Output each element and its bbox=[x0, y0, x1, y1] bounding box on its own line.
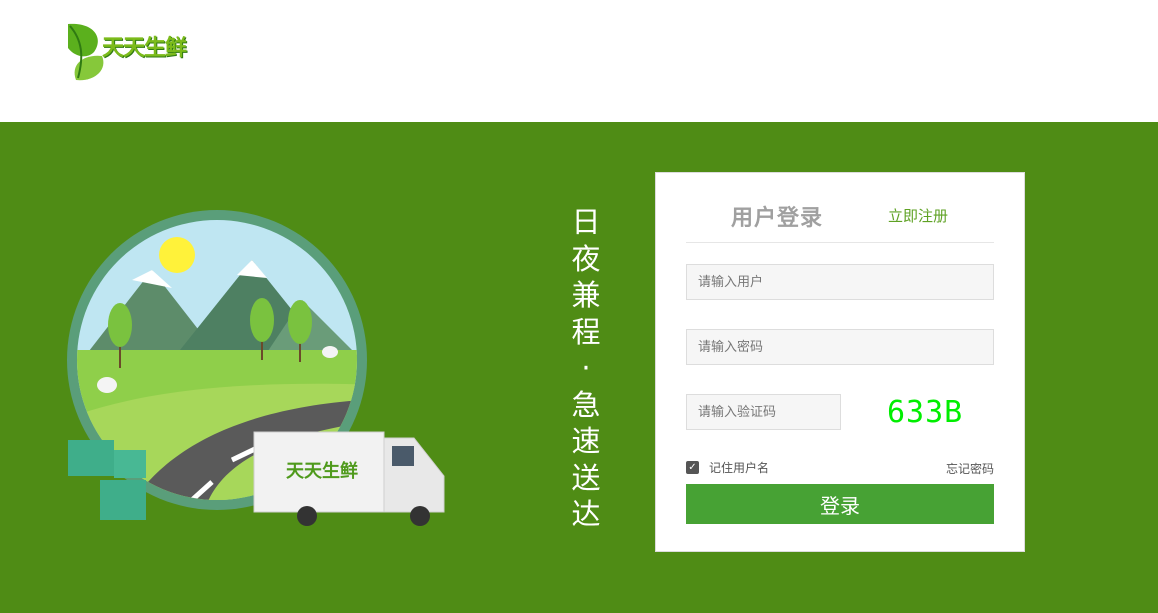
slogan-vertical: 日 夜 兼 程 · 急 速 送 达 bbox=[568, 204, 604, 533]
slogan-char: 日 bbox=[571, 205, 601, 239]
truck-logo-text: 天天生鲜 bbox=[286, 460, 358, 481]
logo-text: 天天生鲜 bbox=[102, 36, 187, 61]
login-panel: 用户登录 立即注册 633B ✓ 记住用户名 忘记密码 登录 bbox=[655, 172, 1025, 552]
divider bbox=[686, 242, 994, 243]
login-title: 用户登录 bbox=[731, 206, 824, 231]
site-logo[interactable]: 天天生鲜 bbox=[64, 20, 224, 84]
remember-username[interactable]: ✓ 记住用户名 bbox=[686, 459, 769, 476]
slogan-char: 达 bbox=[571, 497, 601, 531]
forgot-password-link[interactable]: 忘记密码 bbox=[946, 460, 994, 477]
captcha-input[interactable] bbox=[686, 394, 841, 430]
slogan-char: · bbox=[581, 351, 591, 385]
captcha-image[interactable]: 633B bbox=[887, 394, 967, 432]
slogan-char: 送 bbox=[571, 460, 601, 495]
remember-label: 记住用户名 bbox=[709, 461, 770, 475]
login-button[interactable]: 登录 bbox=[686, 484, 994, 524]
delivery-illustration: 天天生鲜 bbox=[67, 210, 445, 526]
site-header: 天天生鲜 bbox=[0, 0, 1158, 122]
slogan-char: 夜 bbox=[571, 241, 601, 276]
slogan-char: 急 bbox=[571, 387, 601, 422]
slogan-char: 兼 bbox=[571, 278, 601, 312]
password-input[interactable] bbox=[686, 329, 994, 365]
slogan-char: 速 bbox=[571, 424, 601, 458]
slogan-char: 程 bbox=[571, 314, 601, 349]
username-input[interactable] bbox=[686, 264, 994, 300]
checkbox-checked-icon[interactable]: ✓ bbox=[686, 461, 699, 474]
register-link[interactable]: 立即注册 bbox=[888, 205, 948, 226]
hero-band: 天天生鲜 日 夜 兼 程 · 急 速 送 达 用户登录 立即注册 633B ✓ … bbox=[0, 122, 1158, 613]
